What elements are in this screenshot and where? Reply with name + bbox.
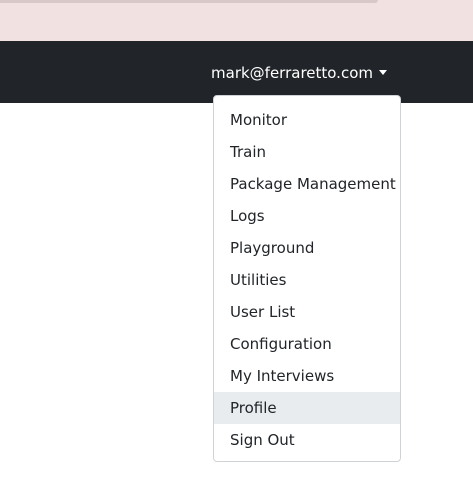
- menu-item-my-interviews[interactable]: My Interviews: [214, 360, 400, 392]
- top-page-strip: [0, 0, 473, 41]
- menu-item-profile[interactable]: Profile: [214, 392, 400, 424]
- user-email: mark@ferraretto.com: [211, 64, 373, 82]
- user-dropdown-menu: Monitor Train Package Management Logs Pl…: [213, 95, 401, 462]
- menu-item-package-management[interactable]: Package Management: [214, 168, 400, 200]
- menu-item-train[interactable]: Train: [214, 136, 400, 168]
- menu-item-monitor[interactable]: Monitor: [214, 104, 400, 136]
- top-strip-shadow: [0, 0, 378, 3]
- menu-item-logs[interactable]: Logs: [214, 200, 400, 232]
- menu-item-sign-out[interactable]: Sign Out: [214, 424, 400, 456]
- menu-item-utilities[interactable]: Utilities: [214, 264, 400, 296]
- navbar: mark@ferraretto.com: [0, 41, 473, 103]
- menu-item-user-list[interactable]: User List: [214, 296, 400, 328]
- user-menu-toggle[interactable]: mark@ferraretto.com: [211, 63, 387, 83]
- menu-item-configuration[interactable]: Configuration: [214, 328, 400, 360]
- caret-down-icon: [379, 69, 387, 75]
- menu-item-playground[interactable]: Playground: [214, 232, 400, 264]
